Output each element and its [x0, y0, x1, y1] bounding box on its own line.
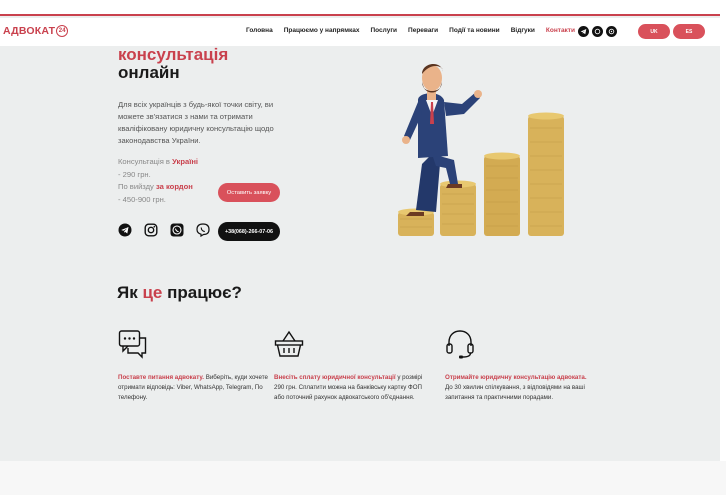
hero-title-line1: консультація [118, 45, 229, 64]
logo-mark: 24 [56, 25, 69, 37]
hero-description: Для всіх українців з будь-якої точки сві… [118, 100, 274, 145]
site-header: АДВОКАТ 24 Головна Працюємо у напрямках … [0, 18, 720, 46]
nav-item-reviews[interactable]: Відгуки [511, 27, 535, 34]
chat-icon [118, 330, 147, 359]
lawyer-coins-illustration [398, 63, 564, 236]
how-it-works-title: Як це працює? [117, 283, 242, 303]
price2-prefix: По вийзду [118, 182, 156, 191]
top-strip [0, 0, 726, 16]
price1-value: - 290 грн. [118, 169, 151, 179]
header-socials [578, 26, 617, 37]
nav-item-services[interactable]: Послуги [370, 27, 397, 34]
lang-uk-button[interactable]: UK [638, 24, 670, 39]
how-title-before: Як [117, 283, 143, 302]
step-3: Отримайте юридичну консультацію адвоката… [445, 329, 595, 403]
step-2-text: Внесіть сплату юридичної консультації у … [274, 373, 424, 403]
phone-button[interactable]: +38(068)-266-07-06 [218, 222, 280, 241]
instagram-icon[interactable] [144, 223, 158, 237]
telegram-icon[interactable] [118, 223, 132, 237]
step-2: Внесіть сплату юридичної консультації у … [274, 329, 424, 403]
footer-area [0, 461, 726, 495]
how-title-accent: це [142, 283, 163, 302]
lang-es-button[interactable]: ES [673, 24, 705, 39]
nav-item-advantages[interactable]: Переваги [408, 27, 438, 34]
viber-icon[interactable] [196, 223, 210, 237]
main-nav: Головна Працюємо у напрямках Послуги Пер… [246, 27, 575, 34]
telegram-icon[interactable] [578, 26, 589, 37]
step-2-accent: Внесіть сплату юридичної консультації [274, 374, 396, 381]
price1-prefix: Консультація в [118, 157, 173, 166]
basket-icon [274, 330, 304, 357]
whatsapp-icon[interactable] [170, 223, 184, 237]
nav-item-home[interactable]: Головна [246, 27, 273, 34]
step-3-body: До 30 хвилин спілкування, з відповідями … [445, 384, 585, 401]
whatsapp-icon[interactable] [606, 26, 617, 37]
how-title-after: працює? [162, 283, 242, 302]
nav-item-directions[interactable]: Працюємо у напрямках [284, 27, 360, 34]
hero-title-line2: онлайн [118, 63, 180, 82]
price2-value: - 450-900 грн. [118, 194, 166, 204]
step-1: Поставте питання адвокату. Виберіть, куд… [118, 329, 268, 403]
step-1-text: Поставте питання адвокату. Виберіть, куд… [118, 373, 268, 403]
window-edge [720, 0, 726, 495]
viber-icon[interactable] [592, 26, 603, 37]
order-button[interactable]: Оставить заявку [218, 183, 280, 202]
price1-place: Україні [172, 157, 199, 166]
step-1-accent: Поставте питання адвокату. [118, 374, 204, 381]
step-3-text: Отримайте юридичну консультацію адвоката… [445, 373, 595, 403]
contact-icons [118, 223, 210, 237]
price2-place: за кордон [155, 182, 193, 191]
nav-item-contacts[interactable]: Контакти [546, 27, 575, 34]
headset-icon [446, 330, 474, 359]
nav-item-news[interactable]: Події та новини [449, 27, 500, 34]
step-3-accent: Отримайте юридичну консультацію адвоката… [445, 374, 587, 381]
price-list: Консультація в Україні - 290 грн. По вий… [118, 156, 198, 206]
logo-text: АДВОКАТ [3, 25, 56, 37]
logo[interactable]: АДВОКАТ 24 [3, 25, 69, 37]
